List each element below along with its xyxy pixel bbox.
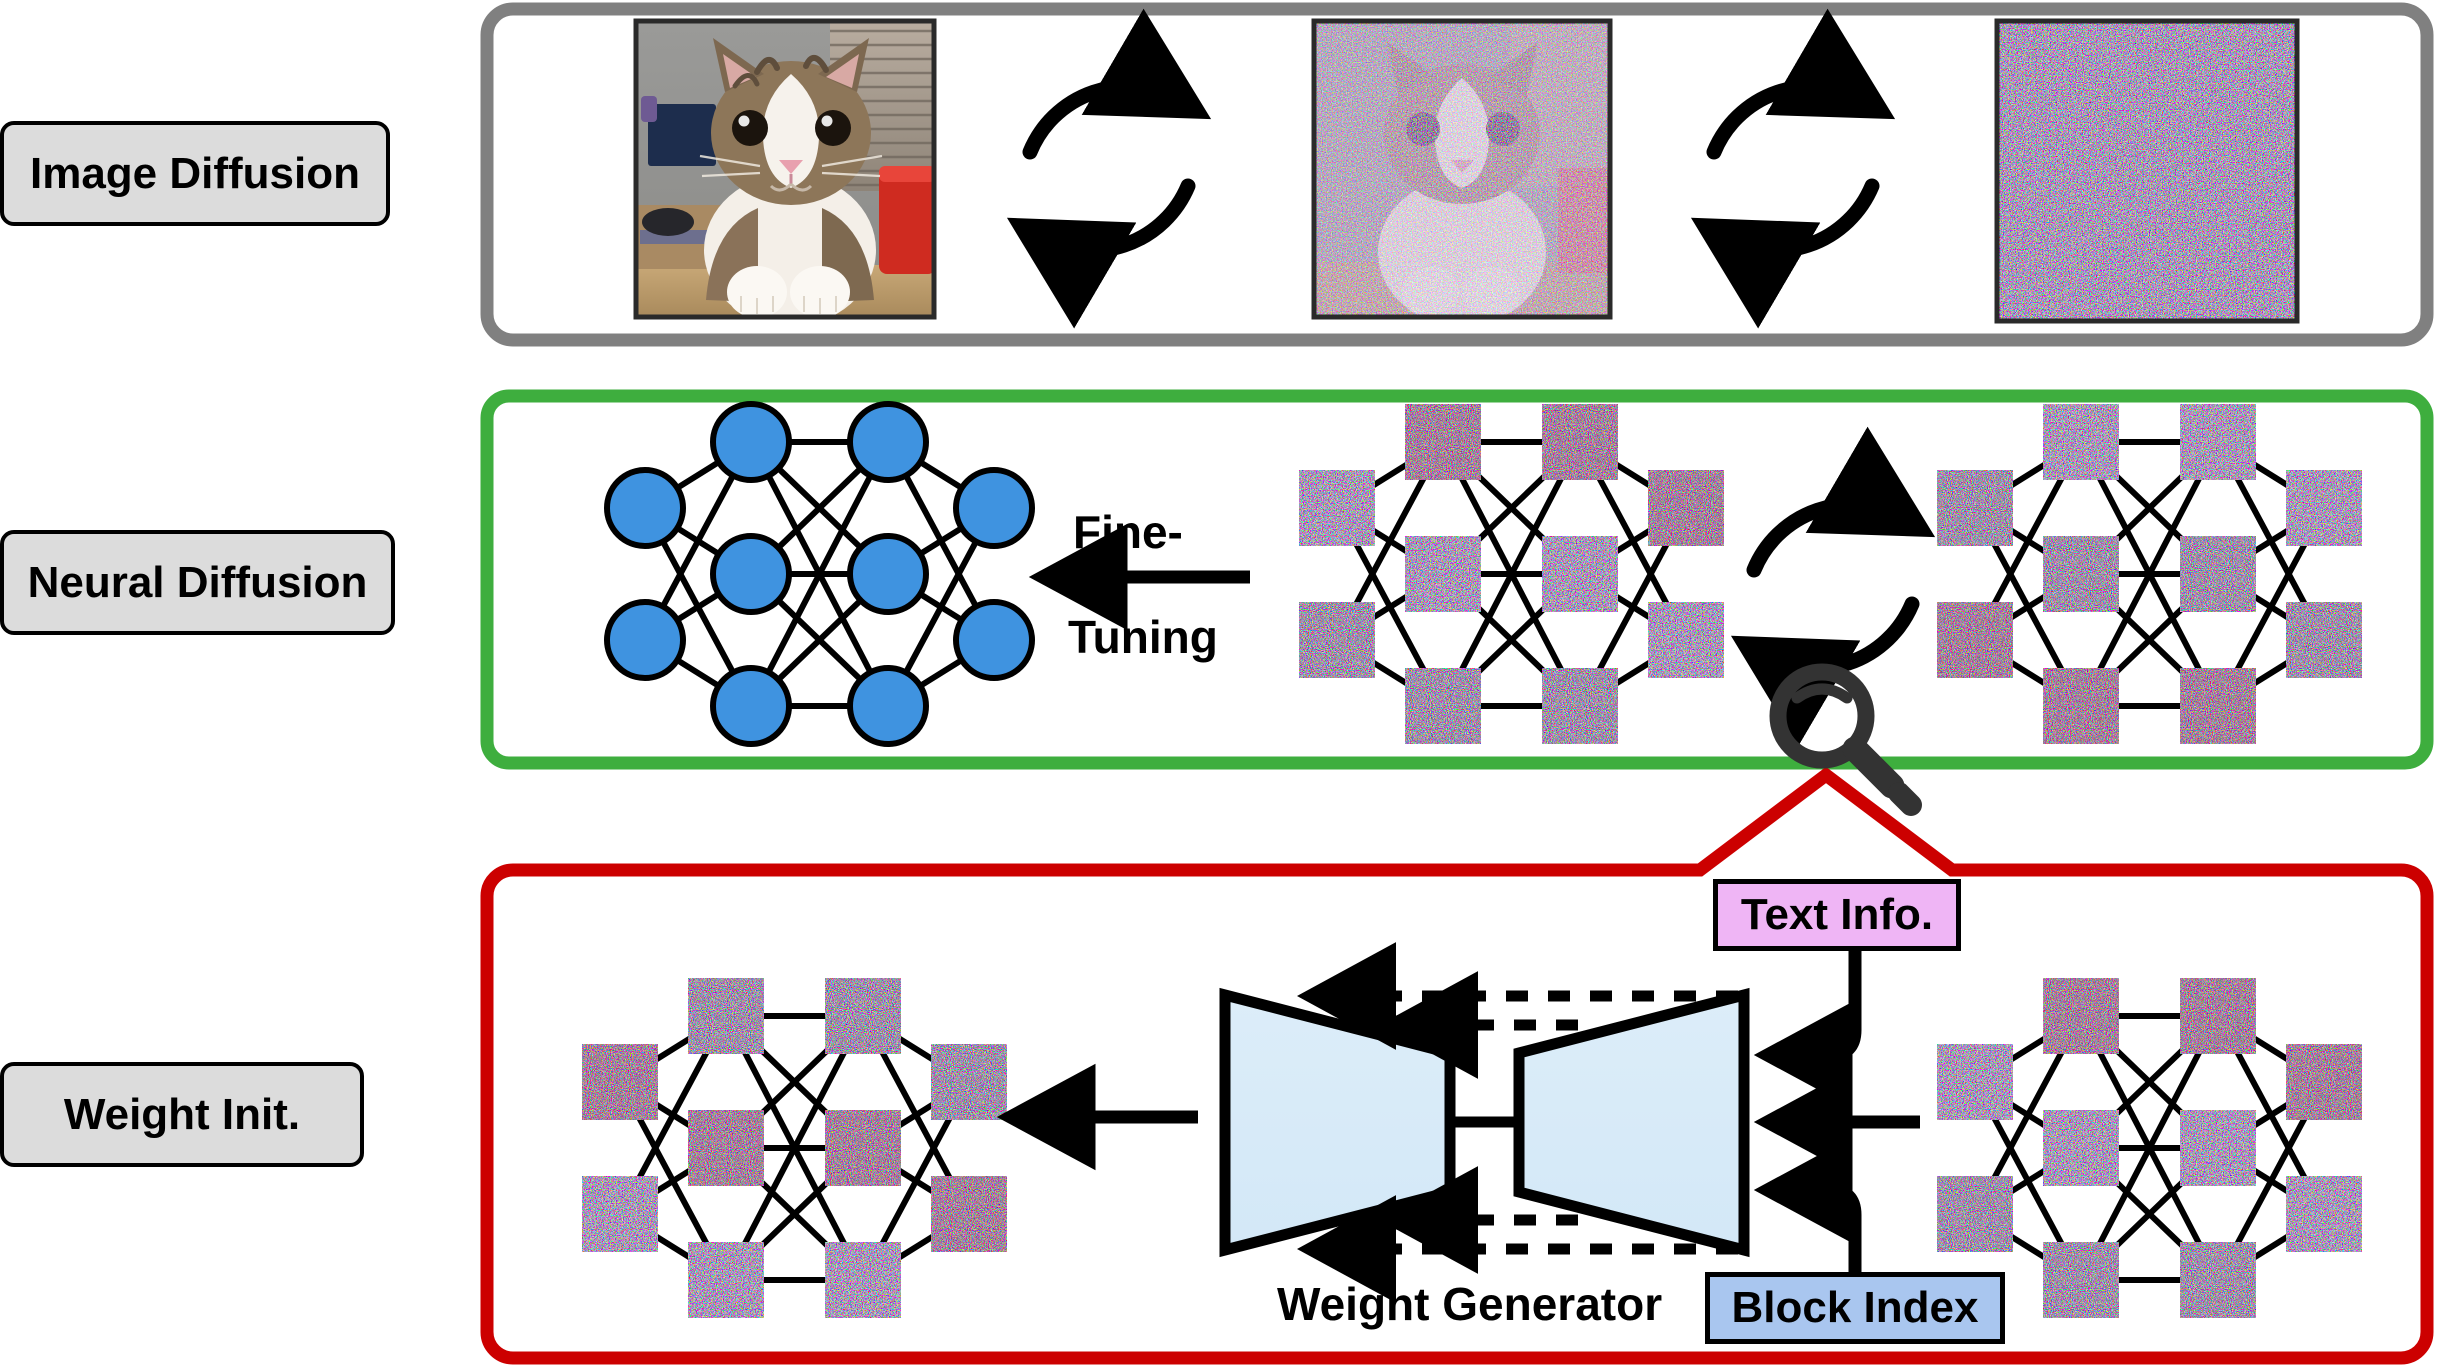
row-label-weight-init-text: Weight Init.	[63, 1089, 301, 1139]
row-label-neural-diffusion-text: Neural Diffusion	[27, 557, 368, 607]
network-noisy-weights	[1296, 401, 1727, 747]
weight-generator-label: Weight Generator	[1277, 1278, 1663, 1330]
image-noisy-cat-photo	[1311, 18, 1613, 320]
network-pure-noise-weights	[1934, 401, 2365, 747]
block-index-connector	[1753, 1136, 1862, 1272]
row-label-neural-diffusion: Neural Diffusion	[0, 530, 395, 635]
row-label-image-diffusion: Image Diffusion	[0, 121, 390, 226]
figure-canvas: Image Diffusion Neural Diffusion Weight …	[0, 0, 2439, 1368]
row-label-weight-init: Weight Init.	[0, 1062, 364, 1167]
weight-generator-shape	[1219, 987, 1750, 1258]
image-cat-photo	[633, 18, 937, 320]
block-index-box: Block Index	[1705, 1272, 2005, 1344]
text-info-connector	[1753, 951, 1862, 1109]
network-generated-weights	[579, 975, 1010, 1321]
block-index-label: Block Index	[1731, 1283, 1979, 1332]
network-noise-input-weights	[1934, 975, 2365, 1321]
text-info-box: Text Info.	[1713, 879, 1961, 951]
image-pure-noise	[1994, 18, 2300, 324]
text-info-label: Text Info.	[1740, 890, 1934, 939]
bidirectional-cycle-arrow-icon	[1730, 426, 1936, 747]
bidirectional-cycle-arrow-icon	[1690, 8, 1896, 329]
row-label-image-diffusion-text: Image Diffusion	[29, 148, 361, 198]
bidirectional-cycle-arrow-icon	[1006, 8, 1212, 329]
network-clean-weights	[604, 401, 1035, 747]
fine-tuning-label-bottom: Tuning	[1068, 611, 1218, 663]
fine-tuning-label-top: Fine-	[1073, 506, 1183, 558]
